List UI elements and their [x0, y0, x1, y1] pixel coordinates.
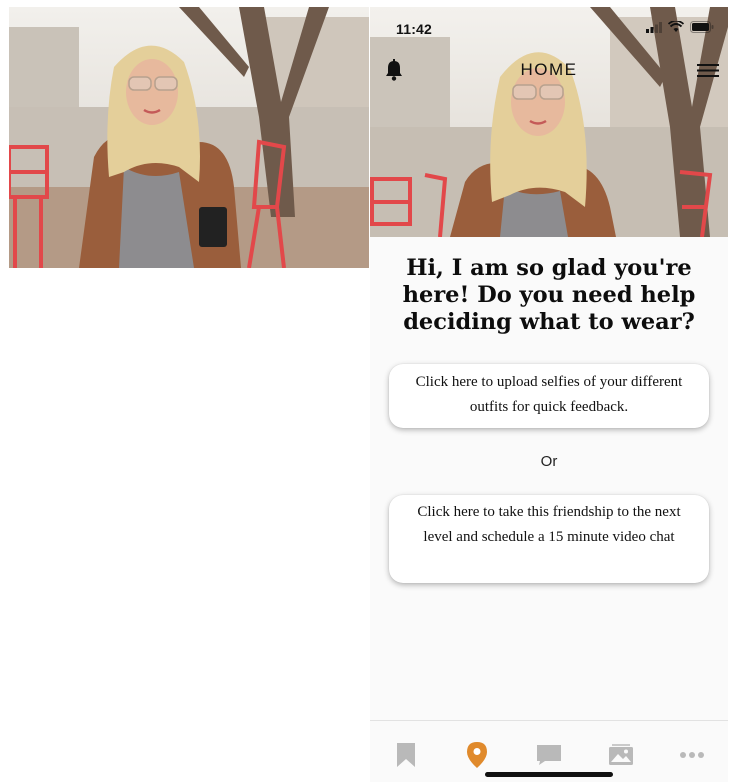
status-icons [646, 21, 714, 33]
wifi-icon [668, 21, 684, 32]
page-title: HOME [520, 60, 578, 79]
chat-bubble-icon [536, 745, 561, 765]
tab-gallery[interactable] [606, 741, 636, 769]
phone-screen: 11:42 HOME Hi, I am so glad you're here!… [370, 7, 728, 782]
welcome-headline: Hi, I am so glad you're here! Do you nee… [402, 255, 696, 335]
tab-more[interactable] [677, 741, 707, 769]
screenshot-canvas: 11:42 HOME Hi, I am so glad you're here!… [0, 0, 736, 782]
preview-photo [9, 7, 369, 268]
location-pin-icon [467, 742, 488, 768]
bookmark-icon [396, 743, 415, 767]
more-dots-icon [680, 752, 705, 758]
schedule-video-chat-button[interactable]: Click here to take this friendship to th… [389, 495, 709, 583]
hero-photo [370, 7, 728, 237]
tab-location[interactable] [462, 741, 492, 769]
hamburger-menu-icon[interactable] [696, 61, 720, 79]
or-separator: Or [540, 453, 558, 470]
upload-selfies-button[interactable]: Click here to upload selfies of your dif… [389, 364, 709, 428]
signal-icon [646, 21, 662, 33]
photo-gallery-icon [608, 744, 633, 765]
home-indicator[interactable] [485, 772, 613, 777]
status-time: 11:42 [396, 21, 433, 37]
tab-bookmark[interactable] [391, 741, 421, 769]
tab-chat[interactable] [534, 741, 564, 769]
battery-icon [690, 21, 714, 33]
